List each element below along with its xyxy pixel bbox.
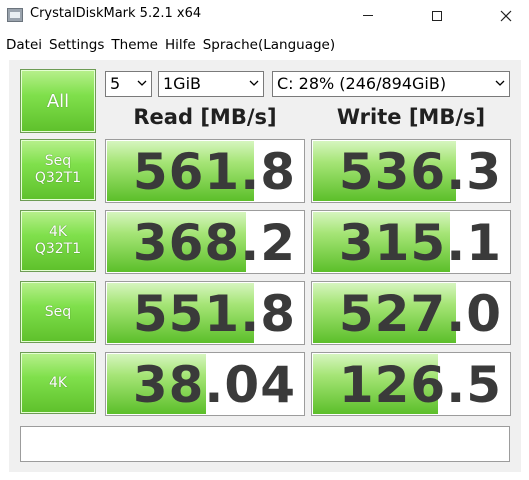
menu-hilfe[interactable]: Hilfe	[165, 37, 196, 53]
read-header: Read [MB/s]	[133, 105, 277, 129]
all-button-label: All	[46, 90, 70, 112]
read-value: 551.8	[132, 285, 296, 343]
seq-write-result: 527.0	[311, 281, 511, 345]
write-value: 527.0	[338, 285, 502, 343]
seq-q32t1-write-result: 536.3	[311, 139, 511, 203]
test-count-value: 5	[110, 74, 121, 93]
4k-read-result: 38.04	[105, 352, 305, 416]
row-label-1: 4K	[48, 224, 68, 240]
menu-datei[interactable]: Datei	[6, 37, 42, 53]
test-size-value: 1GiB	[163, 74, 201, 93]
maximize-button[interactable]	[414, 0, 460, 31]
menu-bar: Datei Settings Theme Hilfe Sprache(Langu…	[0, 33, 529, 57]
write-value: 315.1	[338, 214, 502, 272]
4k-q32t1-button[interactable]: 4K Q32T1	[20, 210, 96, 272]
row-label-1: Seq	[44, 153, 72, 169]
4k-button[interactable]: 4K	[20, 352, 96, 414]
row-label-2: Q32T1	[34, 170, 82, 186]
read-value: 368.2	[132, 214, 296, 272]
read-value: 561.8	[132, 143, 296, 201]
read-value: 38.04	[132, 356, 296, 414]
seq-read-result: 551.8	[105, 281, 305, 345]
drive-select[interactable]: C: 28% (246/894GiB)	[272, 71, 510, 97]
test-count-select[interactable]: 5	[105, 71, 152, 97]
seq-q32t1-read-result: 561.8	[105, 139, 305, 203]
seq-q32t1-button[interactable]: Seq Q32T1	[20, 139, 96, 201]
close-button[interactable]	[483, 0, 529, 31]
window-title: CrystalDiskMark 5.2.1 x64	[30, 6, 202, 21]
title-bar: CrystalDiskMark 5.2.1 x64	[0, 0, 529, 32]
menu-settings[interactable]: Settings	[49, 37, 104, 53]
minimize-button[interactable]	[345, 0, 391, 31]
write-header: Write [MB/s]	[336, 105, 486, 129]
4k-q32t1-read-result: 368.2	[105, 210, 305, 274]
all-button[interactable]: All	[20, 69, 96, 133]
chevron-down-icon	[137, 80, 147, 86]
minimize-icon	[363, 15, 373, 16]
4k-q32t1-write-result: 315.1	[311, 210, 511, 274]
write-value: 126.5	[338, 356, 502, 414]
seq-button[interactable]: Seq	[20, 281, 96, 343]
write-value: 536.3	[338, 143, 502, 201]
app-icon	[7, 8, 23, 22]
row-label-1: Seq	[44, 303, 72, 320]
close-icon	[500, 10, 512, 21]
chevron-down-icon	[495, 80, 505, 86]
row-label-2: Q32T1	[34, 241, 82, 257]
4k-write-result: 126.5	[311, 352, 511, 416]
menu-theme[interactable]: Theme	[111, 37, 158, 53]
main-panel: All 5 1GiB C: 28% (246/894GiB) Read [MB/…	[9, 60, 521, 472]
row-label-1: 4K	[48, 374, 68, 391]
menu-language[interactable]: Sprache(Language)	[203, 37, 335, 53]
test-size-select[interactable]: 1GiB	[158, 71, 264, 97]
drive-value: C: 28% (246/894GiB)	[277, 74, 447, 93]
maximize-icon	[432, 10, 442, 21]
comment-field[interactable]	[20, 426, 510, 462]
chevron-down-icon	[249, 80, 259, 86]
